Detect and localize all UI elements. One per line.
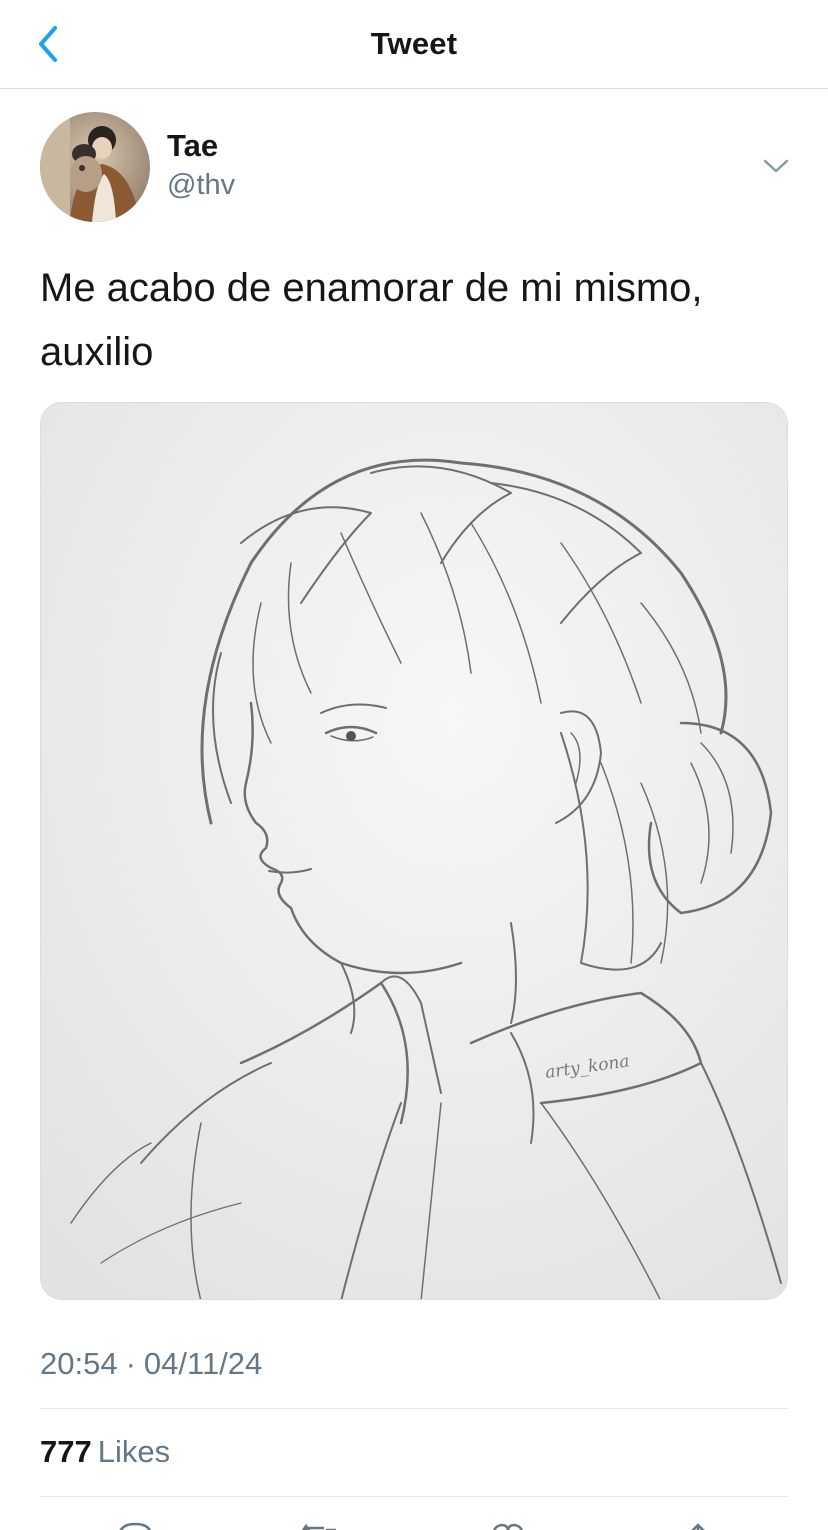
reply-icon <box>119 1522 152 1530</box>
divider <box>40 1496 788 1497</box>
divider <box>40 1408 788 1409</box>
tweet-image[interactable]: arty_kona <box>40 402 788 1300</box>
avatar[interactable] <box>40 112 150 222</box>
like-icon <box>493 1523 523 1530</box>
tweet-date: 04/11/24 <box>143 1346 263 1381</box>
action-bar <box>0 1512 828 1530</box>
tweet-options-button[interactable] <box>760 152 792 180</box>
like-button[interactable] <box>486 1514 530 1530</box>
tweet-text: Me acabo de enamorar de mi mismo, auxili… <box>40 266 703 374</box>
chevron-down-icon <box>763 159 789 173</box>
share-button[interactable] <box>676 1514 720 1530</box>
page-title: Tweet <box>370 26 458 61</box>
author-handle[interactable]: @thv <box>167 169 235 202</box>
reply-button[interactable] <box>113 1514 157 1530</box>
tweet-timestamp: 20:54 · 04/11/24 <box>40 1346 262 1382</box>
likes-label: Likes <box>97 1434 171 1469</box>
share-icon <box>691 1523 705 1530</box>
likes-count-link[interactable]: 777 Likes <box>40 1434 170 1470</box>
timestamp-separator: · <box>125 1346 136 1381</box>
retweet-button[interactable] <box>296 1514 340 1530</box>
author-name[interactable]: Tae <box>167 128 218 164</box>
retweet-icon <box>301 1523 336 1530</box>
tweet-time: 20:54 <box>40 1346 118 1381</box>
nav-bar: Tweet <box>0 0 828 89</box>
likes-count: 777 <box>40 1434 92 1469</box>
